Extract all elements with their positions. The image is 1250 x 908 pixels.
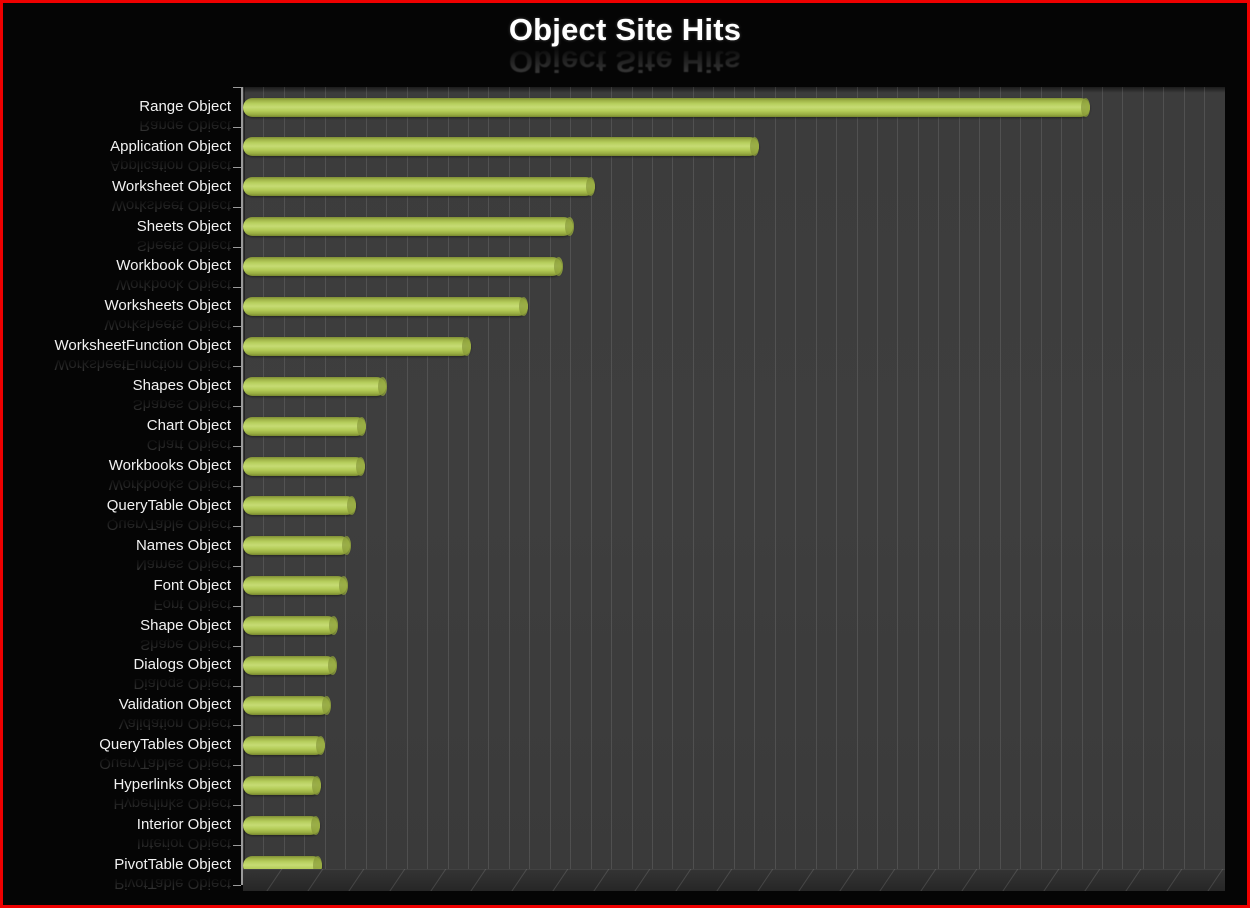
category-row: QueryTable Object QueryTable Object — [3, 486, 1247, 533]
category-row: QueryTables Object QueryTables Object — [3, 725, 1247, 772]
category-label: Font Object — [153, 576, 231, 594]
category-label-reflection: PivotTable Object — [114, 874, 231, 892]
category-label: Workbook Object — [116, 257, 231, 275]
category-row: Worksheet Object Worksheet Object — [3, 167, 1247, 214]
category-row: Validation Object Validation Object — [3, 686, 1247, 732]
chart-window: Object Site Hits Object Site Hits Range … — [0, 0, 1250, 908]
category-label: QueryTables Object — [99, 736, 231, 754]
page-title-reflection: Object Site Hits — [508, 44, 742, 79]
category-row: Chart Object Chart Object — [3, 406, 1247, 453]
category-row: Dialogs Object Dialogs Object — [3, 646, 1247, 692]
category-label: Shapes Object — [132, 377, 231, 395]
category-label: Names Object — [135, 536, 231, 554]
category-row: Worksheets Object Worksheets Object — [3, 287, 1247, 333]
category-row: WorksheetFunction Object WorksheetFunctio… — [3, 326, 1247, 373]
category-row: Range Object Range Object — [3, 87, 1247, 134]
chart-title-block: Object Site Hits Object Site Hits — [3, 11, 1247, 79]
axis-tick — [233, 885, 241, 886]
category-label: Hyperlinks Object — [113, 776, 231, 794]
category-label: Validation Object — [118, 696, 231, 714]
category-label: Dialogs Object — [133, 656, 231, 674]
category-label: Range Object — [139, 97, 231, 115]
category-label: QueryTable Object — [106, 496, 231, 514]
category-row: Application Object Application Object — [3, 127, 1247, 174]
category-label: Worksheets Object — [104, 297, 231, 315]
category-label: Chart Object — [146, 417, 231, 435]
category-label: Interior Object — [136, 816, 231, 834]
category-label: WorksheetFunction Object — [54, 337, 231, 355]
category-row: Workbook Object Workbook Object — [3, 247, 1247, 293]
category-label: Application Object — [110, 137, 231, 155]
category-row: Font Object Font Object — [3, 566, 1247, 613]
category-row: Hyperlinks Object Hyperlinks Object — [3, 765, 1247, 812]
category-row: Sheets Object Sheets Object — [3, 207, 1247, 254]
category-label: Worksheet Object — [112, 177, 231, 195]
category-label: Sheets Object — [136, 217, 231, 235]
category-label: PivotTable Object — [114, 855, 231, 873]
category-row: Workbooks Object Workbooks Object — [3, 446, 1247, 493]
category-row: Names Object Names Object — [3, 526, 1247, 573]
page-title: Object Site Hits — [508, 12, 742, 47]
category-label: Shape Object — [140, 616, 231, 634]
category-row: Shapes Object Shapes Object — [3, 366, 1247, 413]
category-label: Workbooks Object — [108, 456, 231, 474]
category-row: Interior Object Interior Object — [3, 805, 1247, 852]
category-row: Shape Object Shape Object — [3, 606, 1247, 653]
category-row: PivotTable Object PivotTable Object — [3, 845, 1247, 892]
